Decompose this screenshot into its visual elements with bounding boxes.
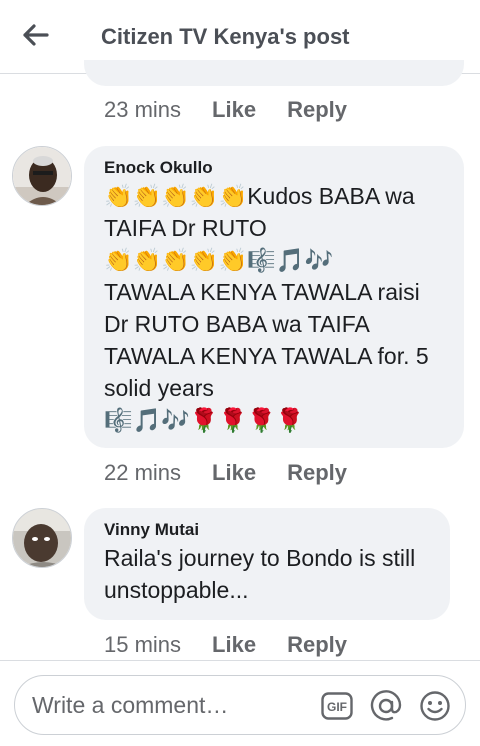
page-title: Citizen TV Kenya's post xyxy=(101,24,350,49)
back-button[interactable] xyxy=(18,20,54,50)
like-button[interactable]: Like xyxy=(212,97,256,123)
comment-actions: 23 mins Like Reply xyxy=(104,97,347,123)
comment-composer: GIF xyxy=(14,675,466,735)
emoji-smiley-icon xyxy=(420,691,450,721)
gif-button[interactable]: GIF xyxy=(321,690,353,722)
comment-bubble-partial xyxy=(84,60,464,86)
reply-button[interactable]: Reply xyxy=(287,97,347,123)
avatar[interactable] xyxy=(12,508,72,568)
gif-icon: GIF xyxy=(321,692,353,720)
comment-timestamp: 15 mins xyxy=(104,632,182,657)
arrow-left-icon xyxy=(23,24,49,46)
comment-actions: 22 mins Like Reply xyxy=(104,460,347,486)
comment-author[interactable]: Enock Okullo xyxy=(104,158,444,178)
comment-timestamp: 23 mins xyxy=(104,97,182,122)
comment-actions: 15 mins Like Reply xyxy=(104,632,347,658)
reply-button[interactable]: Reply xyxy=(287,632,347,658)
emoji-button[interactable] xyxy=(419,690,451,722)
at-mention-icon xyxy=(370,690,402,721)
comment-bubble: Enock Okullo 👏👏👏👏👏Kudos BABA wa TAIFA Dr… xyxy=(84,146,464,448)
comment-bubble: Vinny Mutai Raila's journey to Bondo is … xyxy=(84,508,450,620)
comment-text: Raila's journey to Bondo is still unstop… xyxy=(104,545,422,603)
reply-button[interactable]: Reply xyxy=(287,460,347,486)
gif-label: GIF xyxy=(327,700,347,714)
comment-author[interactable]: Vinny Mutai xyxy=(104,520,430,540)
like-button[interactable]: Like xyxy=(212,632,256,658)
avatar-photo xyxy=(13,147,71,205)
like-button[interactable]: Like xyxy=(212,460,256,486)
comment-timestamp: 22 mins xyxy=(104,460,182,485)
avatar-photo xyxy=(13,509,71,567)
mention-button[interactable] xyxy=(370,690,402,722)
comment-input[interactable] xyxy=(32,690,312,720)
avatar[interactable] xyxy=(12,146,72,206)
comment-text: 👏👏👏👏👏Kudos BABA wa TAIFA Dr RUTO 👏👏👏👏👏🎼🎵… xyxy=(104,183,429,433)
composer-divider xyxy=(0,660,480,661)
